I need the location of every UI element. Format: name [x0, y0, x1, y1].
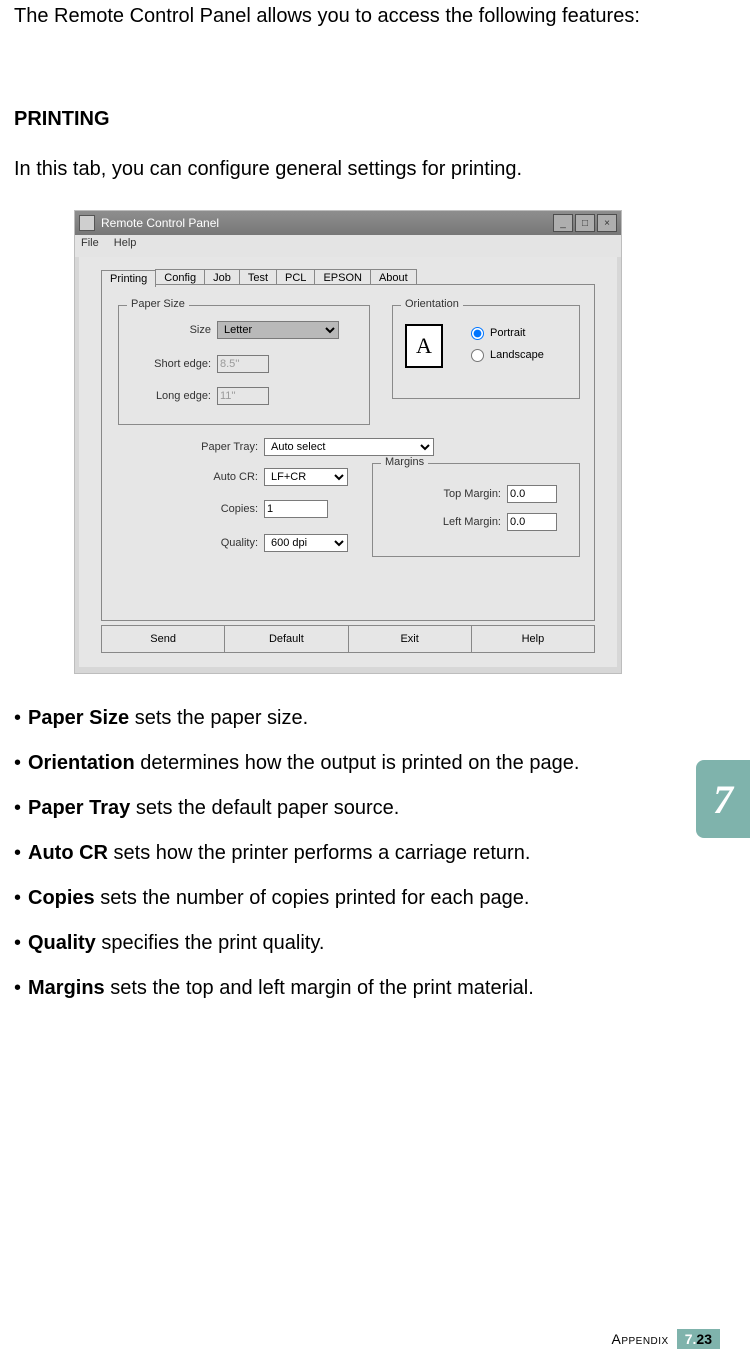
- input-left-margin[interactable]: [507, 513, 557, 531]
- intro-text: The Remote Control Panel allows you to a…: [14, 4, 644, 28]
- label-long-edge: Long edge:: [127, 390, 211, 402]
- minimize-button[interactable]: _: [553, 214, 573, 232]
- app-icon: [79, 215, 95, 231]
- menu-file[interactable]: File: [81, 237, 99, 249]
- footer-page-number: 7.23: [677, 1329, 720, 1349]
- footer-appendix: Appendix: [611, 1331, 668, 1347]
- legend-paper-size: Paper Size: [127, 298, 189, 310]
- legend-margins: Margins: [381, 456, 428, 468]
- close-button[interactable]: ×: [597, 214, 617, 232]
- tab-body: Paper Size Size Letter Short edge: Long …: [101, 284, 595, 621]
- select-quality[interactable]: 600 dpi: [264, 534, 348, 552]
- bullet-auto-cr: •Auto CR sets how the printer performs a…: [14, 841, 634, 866]
- heading-printing: PRINTING: [14, 108, 110, 131]
- label-top-margin: Top Margin:: [381, 488, 501, 500]
- label-quality: Quality:: [154, 537, 258, 549]
- legend-orientation: Orientation: [401, 298, 463, 310]
- group-paper-size: Paper Size Size Letter Short edge: Long …: [118, 305, 370, 425]
- select-auto-cr[interactable]: LF+CR: [264, 468, 348, 486]
- menubar: File Help: [75, 235, 621, 257]
- printing-subintro: In this tab, you can configure general s…: [14, 158, 654, 181]
- input-copies[interactable]: [264, 500, 328, 518]
- send-button[interactable]: Send: [102, 626, 225, 652]
- label-left-margin: Left Margin:: [381, 516, 501, 528]
- window-title: Remote Control Panel: [101, 216, 219, 230]
- tab-printing[interactable]: Printing: [101, 270, 156, 287]
- radio-portrait[interactable]: Portrait: [471, 324, 525, 342]
- input-top-margin[interactable]: [507, 485, 557, 503]
- help-button[interactable]: Help: [472, 626, 594, 652]
- bullet-quality: •Quality specifies the print quality.: [14, 931, 634, 956]
- group-orientation: Orientation A Portrait Landscape: [392, 305, 580, 399]
- bullet-paper-size: •Paper Size sets the paper size.: [14, 706, 634, 731]
- label-short-edge: Short edge:: [127, 358, 211, 370]
- label-paper-tray: Paper Tray:: [174, 441, 258, 453]
- select-paper-size[interactable]: Letter: [217, 321, 339, 339]
- label-portrait: Portrait: [490, 327, 525, 339]
- label-landscape: Landscape: [490, 349, 544, 361]
- bullet-paper-tray: •Paper Tray sets the default paper sourc…: [14, 796, 634, 821]
- chapter-tab: 7: [696, 760, 750, 838]
- input-long-edge: [217, 387, 269, 405]
- input-short-edge: [217, 355, 269, 373]
- label-size: Size: [127, 324, 211, 336]
- page-footer: Appendix 7.23: [611, 1329, 720, 1349]
- screenshot-remote-control-panel: Remote Control Panel _ □ × File Help Pri…: [74, 210, 622, 674]
- bullet-margins: •Margins sets the top and left margin of…: [14, 976, 634, 1001]
- window-titlebar: Remote Control Panel _ □ ×: [75, 211, 621, 235]
- menu-help[interactable]: Help: [114, 237, 137, 249]
- group-margins: Margins Top Margin: Left Margin:: [372, 463, 580, 557]
- radio-landscape-input[interactable]: [471, 349, 484, 362]
- bullet-copies: •Copies sets the number of copies printe…: [14, 886, 634, 911]
- bullet-list: •Paper Size sets the paper size. •Orient…: [14, 706, 634, 1021]
- orientation-preview-icon: A: [405, 324, 443, 368]
- bullet-orientation: •Orientation determines how the output i…: [14, 751, 634, 776]
- select-paper-tray[interactable]: Auto select: [264, 438, 434, 456]
- label-auto-cr: Auto CR:: [154, 471, 258, 483]
- default-button[interactable]: Default: [225, 626, 348, 652]
- radio-landscape[interactable]: Landscape: [471, 346, 544, 364]
- radio-portrait-input[interactable]: [471, 327, 484, 340]
- label-copies: Copies:: [154, 503, 258, 515]
- exit-button[interactable]: Exit: [349, 626, 472, 652]
- maximize-button[interactable]: □: [575, 214, 595, 232]
- button-row: Send Default Exit Help: [101, 625, 595, 653]
